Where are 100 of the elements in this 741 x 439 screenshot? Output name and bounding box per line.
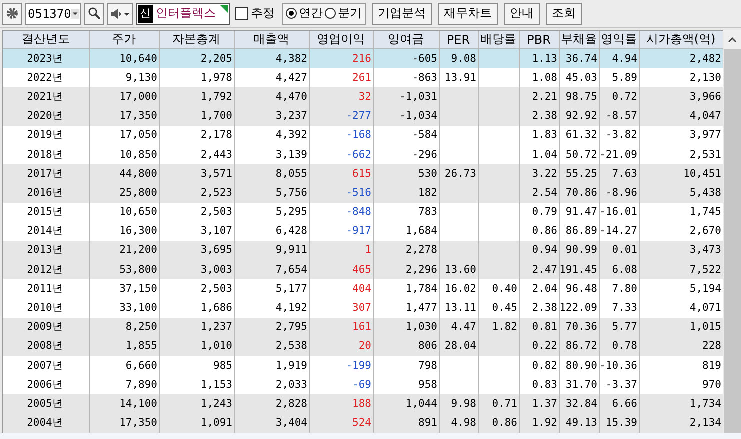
table-cell: 3,977: [690, 129, 722, 142]
table-cell: -3.37: [606, 378, 638, 391]
table-cell: 1,044: [406, 398, 438, 410]
column-header[interactable]: PER: [439, 31, 478, 48]
toolbar-button[interactable]: 조회: [546, 2, 582, 24]
column-header[interactable]: 매출액: [234, 31, 309, 48]
table-cell: 1: [365, 244, 372, 256]
table-cell: 50.72: [566, 148, 598, 161]
table-cell: 33,100: [120, 302, 158, 314]
table-row[interactable]: 2016년 25,800 2,523 5,756 -516 182 2.54 70.86 -8.96 5,438: [3, 183, 723, 202]
table-row[interactable]: 2021년 17,000 1,792 4,470 32 -1,031 2.21 98.75 0.72 3,966: [3, 87, 723, 107]
settings-button[interactable]: [2, 2, 22, 24]
table-cell: 1,015: [690, 321, 722, 334]
table-row[interactable]: 2012년 53,800 3,003 7,654 465 2,296 13.60 2.47 191.45 6.08 7,522: [3, 260, 723, 280]
column-header[interactable]: 배당률: [478, 31, 519, 48]
table-cell: 2,523: [200, 186, 232, 199]
table-cell: 2.38: [532, 110, 558, 122]
table-cell: 5,194: [690, 282, 722, 295]
table-row[interactable]: 2014년 16,300 3,107 6,428 -917 1,684 0.86 86.89 -14.27 2,670: [3, 222, 723, 241]
table-cell: 970: [702, 378, 722, 391]
column-header[interactable]: 부채율: [559, 31, 599, 48]
table-cell: 1,477: [406, 302, 438, 314]
table-cell: 1.92: [532, 417, 558, 430]
table-cell: 3,571: [200, 168, 232, 180]
table-cell: 0.81: [532, 321, 558, 334]
table-cell: 2022년: [27, 72, 64, 84]
table-cell: 2,531: [690, 148, 722, 161]
table-cell: 0.86: [492, 417, 518, 430]
table-cell: 2.54: [532, 186, 558, 199]
table-cell: 13.11: [444, 302, 476, 314]
table-cell: 3,003: [200, 264, 232, 276]
table-row[interactable]: 2020년 17,350 1,700 3,237 -277 -1,034 2.38 92.92 -8.57 4,047: [3, 106, 723, 126]
table-cell: 261: [352, 72, 372, 84]
table-cell: -14.27: [600, 225, 638, 238]
checkbox[interactable]: [235, 7, 248, 20]
table-cell: 2,443: [200, 148, 232, 161]
column-header[interactable]: 영업이익: [309, 31, 373, 48]
table-cell: 2,828: [276, 398, 308, 410]
table-cell: 2,178: [200, 129, 232, 142]
column-header[interactable]: 주가: [89, 31, 159, 48]
table-row[interactable]: 2005년 14,100 1,243 2,828 188 1,044 9.98 0.71 1.37 32.84 6.66 1,734: [3, 394, 723, 414]
table-cell: 2016년: [27, 186, 64, 199]
table-cell: 21,200: [120, 244, 158, 256]
table-row[interactable]: 2017년 44,800 3,571 8,055 615 530 26.73 3.22 55.25 7.63 10,451: [3, 164, 723, 184]
column-header[interactable]: 결산년도: [3, 31, 89, 48]
toolbar-button[interactable]: 재무차트: [438, 2, 498, 24]
table-row[interactable]: 2009년 8,250 1,237 2,795 161 1,030 4.47 1.82 0.81 70.36 5.77 1,015: [3, 318, 723, 337]
table-cell: -516: [346, 186, 372, 199]
column-header[interactable]: 잉여금: [373, 31, 439, 48]
table-row[interactable]: 2019년 17,050 2,178 4,392 -168 -584 1.83 61.32 -3.82 3,977: [3, 126, 723, 145]
radio-button[interactable]: [286, 8, 297, 19]
table-cell: 7,890: [126, 378, 158, 391]
table-cell: 1.13: [532, 52, 558, 65]
table-cell: 2,033: [276, 378, 308, 391]
table-cell: 2007년: [27, 360, 64, 372]
table-row[interactable]: 2007년 6,660 985 1,919 -199 798 0.82 80.90 -10.36 819: [3, 356, 723, 376]
table-cell: 0.83: [532, 378, 558, 391]
toolbar-button[interactable]: 안내: [504, 2, 540, 24]
table-row[interactable]: 2015년 10,650 2,503 5,295 -848 783 0.79 91.47 -16.01 1,745: [3, 202, 723, 222]
column-header[interactable]: 영익률: [599, 31, 639, 48]
column-header[interactable]: 자본총계: [159, 31, 234, 48]
table-cell: 465: [352, 264, 372, 276]
table-cell: 6,428: [276, 225, 308, 238]
table-cell: 17,000: [120, 90, 158, 103]
table-row[interactable]: 2010년 33,100 1,686 4,192 307 1,477 13.11 0.45 2.38 122.09 7.33 4,071: [3, 298, 723, 318]
table-row[interactable]: 2023년 10,640 2,205 4,382 216 -605 9.08 1.13 36.74 4.94 2,482: [3, 48, 723, 68]
table-cell: 2,503: [200, 282, 232, 295]
column-header[interactable]: 시가총액(억): [639, 31, 723, 48]
table-cell: 1,978: [200, 72, 232, 84]
radio-button[interactable]: [325, 8, 336, 19]
table-cell: 10,451: [684, 168, 722, 180]
table-cell: 122.09: [560, 302, 598, 314]
table-cell: 9,130: [126, 72, 158, 84]
table-cell: 530: [418, 168, 438, 180]
table-cell: 783: [418, 206, 438, 218]
stock-name-field[interactable]: 신 인터플렉스: [136, 2, 230, 24]
column-header[interactable]: PBR: [519, 31, 559, 48]
table-row[interactable]: 2013년 21,200 3,695 9,911 1 2,278 0.94 90.99 0.01 3,473: [3, 240, 723, 260]
table-cell: -296: [412, 148, 438, 161]
table-cell: 16.02: [444, 282, 476, 295]
table-cell: 2,296: [406, 264, 438, 276]
table-cell: 13.60: [444, 264, 476, 276]
speaker-button[interactable]: [107, 2, 133, 24]
table-cell: -863: [412, 72, 438, 84]
table-cell: 0.22: [532, 340, 558, 352]
table-cell: -168: [346, 129, 372, 142]
table-row[interactable]: 2004년 17,350 1,091 3,404 524 891 4.98 0.86 1.92 49.13 15.39 2,134: [3, 414, 723, 433]
table-row[interactable]: 2018년 10,850 2,443 3,139 -662 -296 1.04 50.72 -21.09 2,531: [3, 144, 723, 164]
table-row[interactable]: 2006년 7,890 1,153 2,033 -69 958 0.83 31.70 -3.37 970: [3, 375, 723, 394]
table-cell: 4,427: [276, 72, 308, 84]
toolbar-button[interactable]: 기업분석: [372, 2, 432, 24]
table-cell: -662: [346, 148, 372, 161]
code-combo[interactable]: 051370: [25, 2, 81, 24]
table-row[interactable]: 2008년 1,855 1,010 2,538 20 806 28.04 0.22 86.72 0.78 228: [3, 336, 723, 356]
table-row[interactable]: 2011년 37,150 2,503 5,177 404 1,784 16.02 0.40 2.04 96.48 7.80 5,194: [3, 279, 723, 298]
table-cell: 13.91: [444, 72, 476, 84]
search-button[interactable]: [84, 2, 104, 24]
table-row[interactable]: 2022년 9,130 1,978 4,427 261 -863 13.91 1.08 45.03 5.89 2,130: [3, 68, 723, 88]
table-cell: 0.40: [492, 282, 518, 295]
table-cell: -16.01: [600, 206, 638, 218]
